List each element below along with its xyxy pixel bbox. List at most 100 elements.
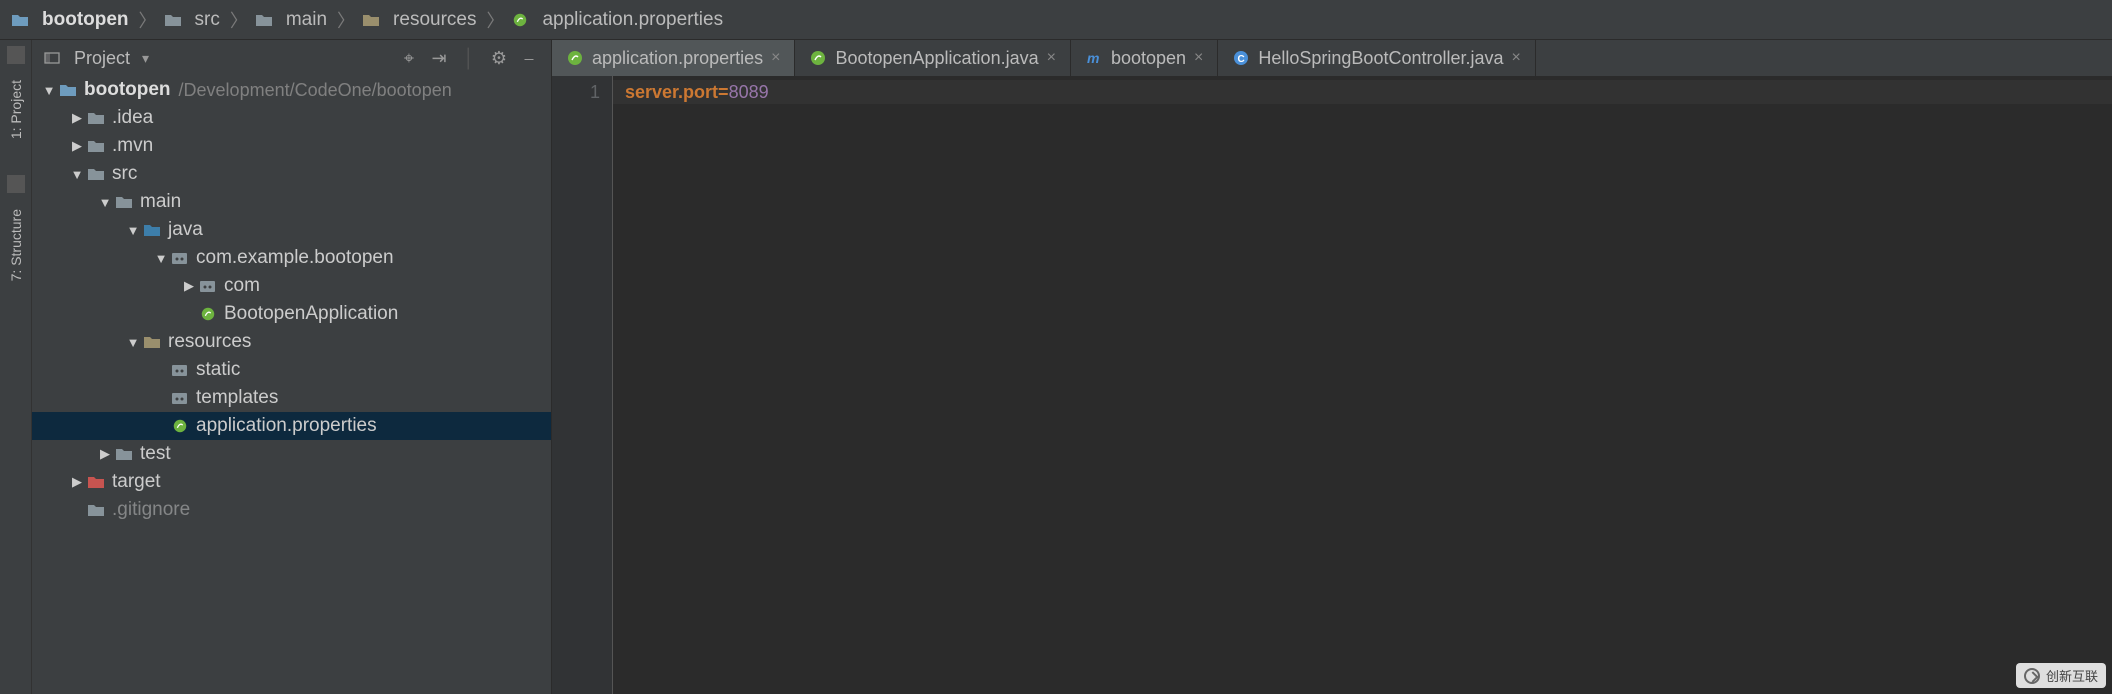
code-editor[interactable]: 1 server.port=8089 (552, 76, 2112, 694)
tree-node-label: target (112, 471, 161, 493)
tree-node-label: main (140, 191, 181, 213)
springclass-icon (809, 49, 827, 67)
structure-tool-icon[interactable] (7, 175, 25, 193)
tree-node[interactable]: ▶ com (32, 272, 551, 300)
package-icon (198, 277, 218, 295)
project-tool-icon[interactable] (7, 46, 25, 64)
property-key: server.port= (625, 82, 729, 102)
file-icon (86, 501, 106, 519)
breadcrumb-item[interactable]: main (254, 9, 327, 31)
gear-icon[interactable]: ⚙ (487, 46, 511, 70)
tree-node-label: src (112, 163, 137, 185)
chevron-right-icon: 〉 (139, 7, 157, 33)
arrow-right-icon[interactable]: ▶ (182, 278, 196, 294)
tree-node-label: com.example.bootopen (196, 247, 394, 269)
breadcrumb-item[interactable]: resources (361, 9, 476, 31)
resources-icon (361, 11, 381, 29)
close-icon[interactable]: × (771, 49, 780, 67)
editor-tab-label: bootopen (1111, 48, 1186, 69)
arrow-down-icon[interactable]: ▼ (70, 167, 84, 182)
javaclass-icon: C (1232, 49, 1250, 67)
breadcrumb-item[interactable]: src (163, 9, 220, 31)
module-icon (58, 81, 78, 99)
tree-node[interactable]: ▶ .idea (32, 104, 551, 132)
close-icon[interactable]: × (1047, 49, 1056, 67)
property-value: 8089 (729, 82, 769, 102)
tree-node[interactable]: ▼bootopen/Development/CodeOne/bootopen (32, 76, 551, 104)
project-panel-title: Project (74, 48, 130, 69)
excluded-icon (86, 473, 106, 491)
breadcrumb-label: resources (393, 9, 476, 31)
spring-icon (170, 417, 190, 435)
editor-area: application.properties×BootopenApplicati… (552, 40, 2112, 694)
tree-node[interactable]: ▼resources (32, 328, 551, 356)
sidebar-tab-structure[interactable]: 7: Structure (8, 203, 24, 287)
arrow-down-icon[interactable]: ▼ (98, 195, 112, 210)
editor-tab-label: application.properties (592, 48, 763, 69)
tree-node-label: templates (196, 387, 278, 409)
tree-node-label: BootopenApplication (224, 303, 398, 325)
editor-tab[interactable]: CHelloSpringBootController.java× (1218, 40, 1535, 76)
tree-node[interactable]: ▼ com.example.bootopen (32, 244, 551, 272)
springclass-icon (198, 305, 218, 323)
editor-tab[interactable]: BootopenApplication.java× (795, 40, 1071, 76)
tree-node-label: .gitignore (112, 499, 190, 521)
tree-node[interactable]: ▼java (32, 216, 551, 244)
hide-icon[interactable]: ⎯ (517, 46, 541, 70)
arrow-right-icon[interactable]: ▶ (70, 138, 84, 154)
breadcrumb-item[interactable]: bootopen (10, 9, 129, 31)
project-tree[interactable]: ▼bootopen/Development/CodeOne/bootopen▶.… (32, 76, 551, 694)
folder-icon (86, 109, 106, 127)
chevron-right-icon: 〉 (230, 7, 248, 33)
tree-node[interactable]: ▼ src (32, 160, 551, 188)
source-icon (142, 221, 162, 239)
arrow-right-icon[interactable]: ▶ (98, 446, 112, 462)
tree-node[interactable]: BootopenApplication (32, 300, 551, 328)
tree-node-label: .mvn (112, 135, 153, 157)
chevron-down-icon[interactable]: ▾ (142, 50, 149, 67)
project-panel-header: Project ▾ ⌖ ⇥ │ ⚙ ⎯ (32, 40, 551, 76)
breadcrumb-label: application.properties (542, 9, 723, 31)
folder-icon (163, 11, 183, 29)
arrow-down-icon[interactable]: ▼ (42, 83, 56, 98)
breadcrumb-item[interactable]: application.properties (510, 9, 723, 31)
editor-content[interactable]: server.port=8089 (612, 76, 2112, 694)
arrow-down-icon[interactable]: ▼ (126, 335, 140, 350)
watermark-badge: 创新互联 (2016, 663, 2106, 688)
close-icon[interactable]: × (1512, 49, 1521, 67)
tree-node[interactable]: templates (32, 384, 551, 412)
sidebar-tab-project[interactable]: 1: Project (8, 74, 24, 145)
tree-node[interactable]: ▶ .mvn (32, 132, 551, 160)
editor-gutter: 1 (552, 76, 612, 694)
watermark-text: 创新互联 (2046, 666, 2098, 685)
tree-node-label: bootopen (84, 79, 171, 101)
maven-icon: m (1085, 49, 1103, 67)
close-icon[interactable]: × (1194, 49, 1203, 67)
tree-node-label: .idea (112, 107, 153, 129)
tree-node[interactable]: .gitignore (32, 496, 551, 524)
watermark-logo-icon (2024, 668, 2040, 684)
svg-text:C: C (1238, 54, 1245, 65)
tree-node-label: com (224, 275, 260, 297)
folder-icon (114, 193, 134, 211)
arrow-down-icon[interactable]: ▼ (126, 223, 140, 238)
divider-icon: │ (457, 46, 481, 70)
editor-tab[interactable]: m bootopen × (1071, 40, 1218, 76)
tree-node[interactable]: ▶ target (32, 468, 551, 496)
tree-node[interactable]: static (32, 356, 551, 384)
editor-tabs: application.properties×BootopenApplicati… (552, 40, 2112, 76)
spring-icon (566, 49, 584, 67)
tree-node[interactable]: ▼ main (32, 188, 551, 216)
package-icon (170, 249, 190, 267)
arrow-down-icon[interactable]: ▼ (154, 251, 168, 266)
collapse-icon[interactable]: ⇥ (427, 46, 451, 70)
arrow-right-icon[interactable]: ▶ (70, 110, 84, 126)
folder-icon (86, 165, 106, 183)
tree-node[interactable]: ▶test (32, 440, 551, 468)
arrow-right-icon[interactable]: ▶ (70, 474, 84, 490)
editor-tab[interactable]: application.properties × (552, 40, 795, 76)
tree-node[interactable]: application.properties (32, 412, 551, 440)
target-icon[interactable]: ⌖ (397, 46, 421, 70)
svg-text:m: m (1087, 50, 1099, 66)
breadcrumb-label: src (195, 9, 220, 31)
